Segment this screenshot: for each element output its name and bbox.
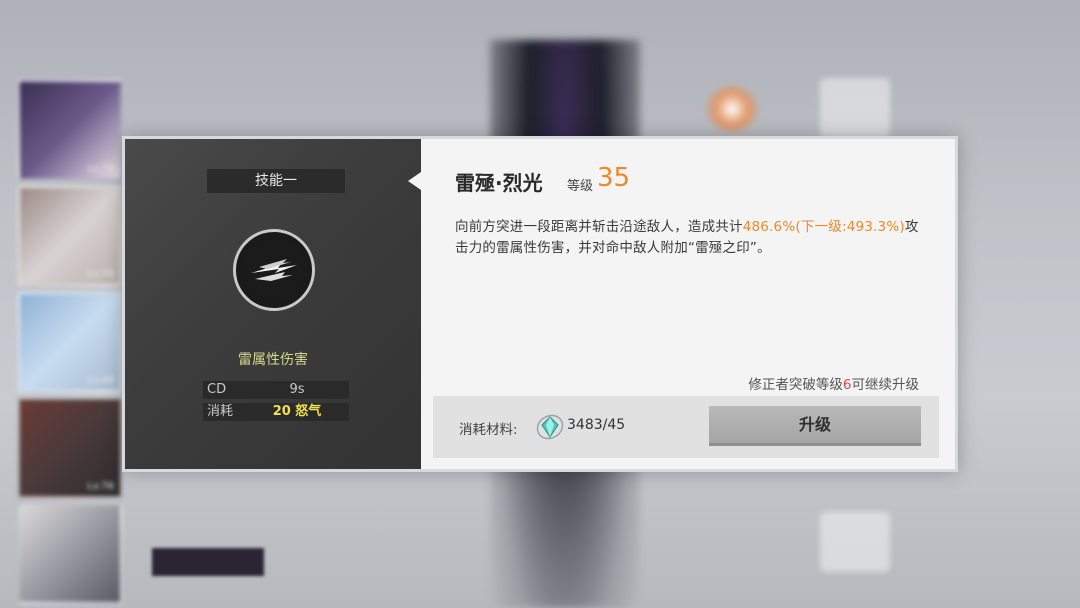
requirement-suffix: 可继续升级	[851, 377, 920, 393]
thunder-slash-icon	[233, 229, 315, 311]
skill-description: 向前方突进一段距离并斩击沿途敌人，造成共计486.6%(下一级:493.3%)攻…	[455, 217, 929, 259]
requirement-prefix: 修正者突破等级	[748, 377, 843, 393]
cost-row: 消耗 20 怒气	[203, 403, 349, 421]
character-portrait[interactable]: Lv.76	[18, 80, 122, 180]
damage-multiplier: 486.6%(下一级:493.3%)	[742, 219, 905, 235]
skill-slot-label: 技能一	[207, 169, 345, 193]
material-count: 3483/45	[567, 417, 626, 433]
character-portrait[interactable]: Lv.76	[18, 398, 122, 498]
cost-value: 20 怒气	[272, 404, 322, 419]
element-orb	[706, 86, 758, 132]
skill-detail-dialog: 技能一 雷属性伤害 CD 9s 消耗 20 怒气 雷殛·烈光 等级 35 向前方…	[122, 136, 958, 472]
portrait-level: Lv.76	[87, 481, 114, 492]
cooldown-row: CD 9s	[203, 381, 349, 399]
level-label: 等级	[567, 179, 594, 194]
character-portrait[interactable]	[18, 504, 122, 604]
skill-info-panel: 雷殛·烈光 等级 35 向前方突进一段距离并斩击沿途敌人，造成共计486.6%(…	[421, 139, 955, 469]
upgrade-requirement: 修正者突破等级6可继续升级	[748, 373, 919, 393]
skill-name: 雷殛·烈光	[455, 171, 543, 195]
upgrade-bar: 消耗材料: 3483/45 升级	[433, 396, 939, 458]
portrait-level: Lv.76	[87, 163, 114, 174]
skill-overview-panel: 技能一 雷属性伤害 CD 9s 消耗 20 怒气	[125, 139, 421, 469]
character-portrait[interactable]: Lv.76	[18, 186, 122, 286]
blurred-button[interactable]	[152, 548, 264, 576]
character-portrait[interactable]: Lv.48	[18, 292, 122, 392]
required-level: 6	[842, 377, 852, 393]
skill-thumb[interactable]	[820, 512, 890, 572]
portrait-level: Lv.76	[87, 269, 114, 280]
material-label: 消耗材料:	[459, 422, 518, 438]
damage-element-label: 雷属性伤害	[238, 352, 308, 368]
skill-thumb[interactable]	[820, 78, 890, 138]
portrait-level: Lv.48	[87, 375, 114, 386]
upgrade-button[interactable]: 升级	[709, 406, 921, 446]
level-value: 35	[597, 163, 631, 193]
cooldown-value: 9s	[289, 382, 305, 397]
description-text: 向前方突进一段距离并斩击沿途敌人，造成共计	[455, 219, 743, 235]
crystal-material-icon	[535, 412, 565, 442]
